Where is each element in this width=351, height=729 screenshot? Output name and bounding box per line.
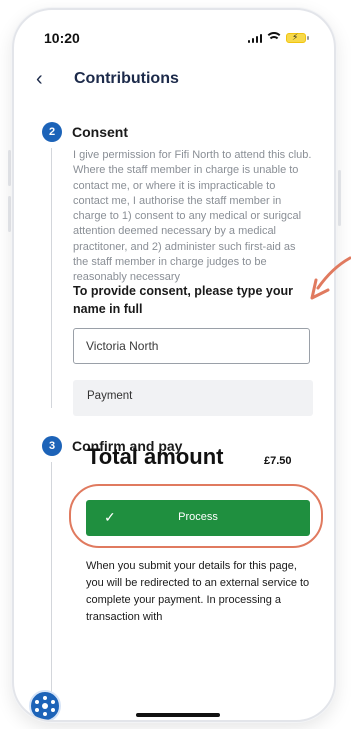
annotation-arrow-icon xyxy=(310,256,351,300)
